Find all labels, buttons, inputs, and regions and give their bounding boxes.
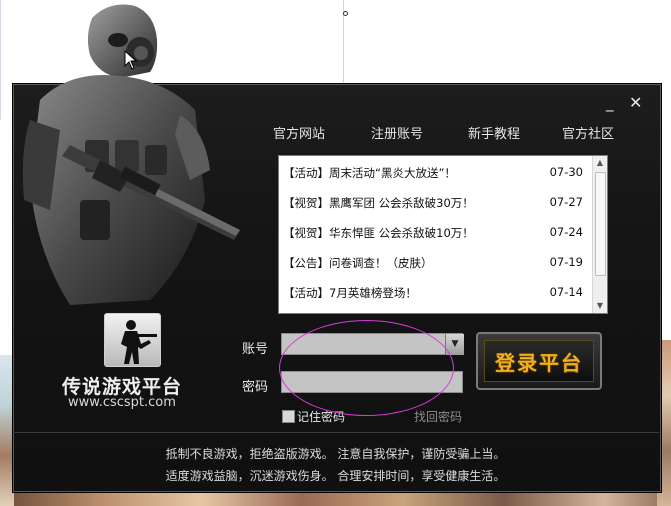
- soldier-artwork: [22, 4, 240, 305]
- password-input[interactable]: [281, 371, 463, 393]
- news-scrollbar[interactable]: ▲ ▼: [592, 156, 607, 313]
- news-item[interactable]: 【公告】问卷调查！（皮肤） 07-19: [283, 255, 583, 275]
- news-title: 【视贺】华东悍匪 公会杀敌破10万！: [283, 226, 474, 240]
- login-button[interactable]: 登录平台: [476, 332, 602, 390]
- login-button-label: 登录平台: [495, 350, 583, 375]
- minimize-button[interactable]: _: [606, 95, 614, 111]
- news-title: 【视贺】黑鹰军团 公会杀敌破30万！: [283, 196, 474, 210]
- account-label: 账号: [242, 342, 269, 357]
- mouse-cursor-icon: [124, 50, 138, 70]
- news-date: 07-24: [549, 225, 583, 239]
- scrollbar-thumb[interactable]: [595, 172, 606, 276]
- triangle-down-icon[interactable]: ▼: [593, 299, 607, 313]
- background-dot: [343, 11, 348, 16]
- news-title: 【活动】周末活动“黑炎大放送”！: [283, 166, 456, 180]
- news-date: 07-30: [549, 165, 583, 179]
- news-date: 07-27: [549, 195, 583, 209]
- news-title: 【公告】问卷调查！（皮肤）: [283, 256, 433, 270]
- news-item[interactable]: 【视贺】华东悍匪 公会杀敌破10万！ 07-24: [283, 225, 583, 245]
- news-date: 07-19: [549, 255, 583, 269]
- password-label: 密码: [242, 380, 269, 395]
- nav-official-site[interactable]: 官方网站: [273, 123, 325, 143]
- footer-divider: [13, 432, 659, 433]
- news-item[interactable]: 【活动】周末活动“黑炎大放送”！ 07-30: [283, 165, 583, 185]
- news-title: 【活动】7月英雄榜登场！: [283, 286, 417, 300]
- account-input[interactable]: [281, 333, 463, 355]
- news-date: 07-14: [549, 285, 583, 299]
- footer-notice-line-2: 适度游戏益脑，沉迷游戏伤身。 合理安排时间，享受健康生活。: [165, 469, 506, 483]
- news-item[interactable]: 【活动】7月英雄榜登场！ 07-14: [283, 285, 583, 305]
- triangle-down-icon[interactable]: ▼: [445, 334, 464, 355]
- logo-icon: [104, 313, 161, 367]
- nav-tutorial[interactable]: 新手教程: [468, 123, 520, 143]
- nav-register[interactable]: 注册账号: [371, 123, 423, 143]
- remember-password-checkbox[interactable]: [282, 410, 295, 423]
- platform-url[interactable]: www.cscspt.com: [68, 395, 176, 410]
- triangle-up-icon[interactable]: ▲: [593, 156, 607, 170]
- footer-notice-line-1: 抵制不良游戏，拒绝盗版游戏。 注意自我保护，谨防受骗上当。: [165, 447, 506, 461]
- nav-community[interactable]: 官方社区: [562, 123, 614, 143]
- remember-password-label[interactable]: 记住密码: [297, 408, 345, 425]
- close-button[interactable]: ✕: [629, 95, 642, 111]
- news-panel: 【活动】周末活动“黑炎大放送”！ 07-30 【视贺】黑鹰军团 公会杀敌破30万…: [278, 155, 608, 314]
- soldier-silhouette-icon: [121, 320, 157, 364]
- news-item[interactable]: 【视贺】黑鹰军团 公会杀敌破30万！ 07-27: [283, 195, 583, 215]
- login-button-face: 登录平台: [484, 340, 594, 382]
- find-password-link[interactable]: 找回密码: [414, 408, 462, 425]
